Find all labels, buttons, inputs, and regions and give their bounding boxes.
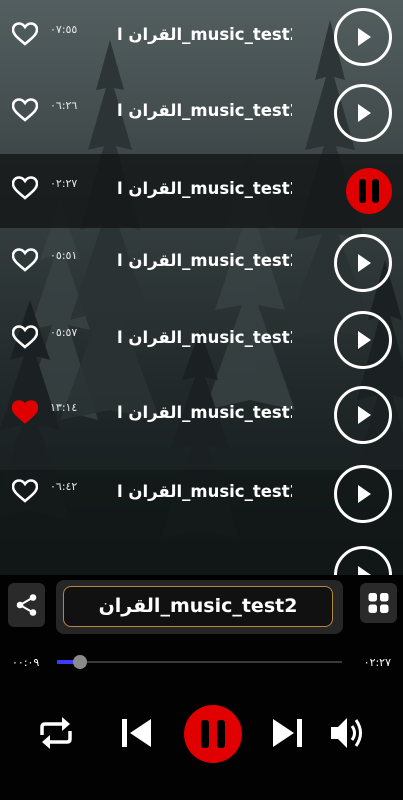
grid-icon — [368, 593, 389, 613]
play-icon — [358, 104, 371, 122]
pause-icon — [201, 720, 225, 748]
play-icon — [358, 254, 371, 272]
play-icon — [358, 406, 371, 424]
track-row[interactable]: ٠٢:٢٧ القران ا_music_test2 — [0, 154, 403, 228]
track-row[interactable]: ٠٥:٥٧ القران ا_music_test2 — [0, 303, 403, 377]
seek-bar-progress — [57, 660, 74, 664]
track-pause-button[interactable] — [346, 168, 392, 214]
now-playing-box: القران_music_test2 — [56, 580, 343, 634]
track-duration: ٠٥:٥٧ — [50, 326, 78, 339]
now-playing-title: القران_music_test2 — [98, 595, 298, 617]
play-icon — [358, 331, 371, 349]
track-row[interactable]: ٠٦:٤٢ القران ا_music_test2 — [0, 457, 403, 531]
track-play-button[interactable] — [334, 234, 392, 292]
track-duration: ٠٥:٥١ — [50, 249, 78, 262]
player-panel: القران_music_test2 ٠٠:٠٩ ٠٢:٢٧ — [0, 575, 403, 800]
track-row[interactable]: ٠٧:٥٥ القران ا_music_test2 — [0, 0, 403, 74]
track-title: القران ا_music_test2 — [117, 403, 292, 422]
skip-next-icon[interactable] — [271, 716, 304, 750]
now-playing-title-frame: القران_music_test2 — [63, 586, 333, 627]
track-duration: ٠٢:٢٧ — [50, 177, 78, 190]
heart-icon[interactable] — [12, 325, 38, 349]
track-play-button[interactable] — [334, 8, 392, 66]
time-total: ٠٢:٢٧ — [363, 656, 391, 669]
heart-icon[interactable] — [12, 176, 38, 200]
pause-button[interactable] — [184, 705, 242, 763]
volume-icon[interactable] — [328, 713, 366, 753]
track-play-button[interactable] — [334, 386, 392, 444]
share-icon — [16, 594, 37, 616]
repeat-icon[interactable] — [37, 713, 75, 753]
pause-icon — [359, 179, 379, 203]
play-icon — [358, 28, 371, 46]
heart-icon[interactable] — [12, 248, 38, 272]
track-duration: ١٣:١٤ — [50, 401, 78, 414]
heart-icon[interactable] — [12, 400, 38, 424]
track-title: القران ا_music_test2 — [117, 101, 292, 120]
track-row[interactable] — [0, 530, 403, 575]
track-title: القران ا_music_test2 — [117, 482, 292, 501]
track-title: القران ا_music_test2 — [117, 328, 292, 347]
play-icon — [358, 485, 371, 503]
track-title: القران ا_music_test2 — [117, 25, 292, 44]
track-play-button[interactable] — [334, 311, 392, 369]
share-button[interactable] — [8, 583, 45, 627]
track-play-button[interactable] — [334, 84, 392, 142]
grid-button[interactable] — [360, 583, 397, 623]
track-play-button[interactable] — [334, 546, 392, 575]
track-list[interactable]: ٠٧:٥٥ القران ا_music_test2 ٠٦:٢٦ القران ا_m… — [0, 0, 403, 575]
track-duration: ٠٧:٥٥ — [50, 23, 78, 36]
track-duration: ٠٦:٤٢ — [50, 480, 78, 493]
track-row[interactable]: ٠٥:٥١ القران ا_music_test2 — [0, 226, 403, 300]
heart-icon[interactable] — [12, 22, 38, 46]
seek-thumb[interactable] — [73, 655, 87, 669]
seek-bar[interactable] — [57, 661, 342, 663]
track-duration: ٠٦:٢٦ — [50, 99, 78, 112]
skip-previous-icon[interactable] — [120, 716, 153, 750]
heart-icon[interactable] — [12, 479, 38, 503]
track-row[interactable]: ٠٦:٢٦ القران ا_music_test2 — [0, 76, 403, 150]
track-row[interactable]: ١٣:١٤ القران ا_music_test2 — [0, 378, 403, 452]
play-icon — [358, 566, 371, 575]
track-title: القران ا_music_test2 — [117, 179, 292, 198]
time-elapsed: ٠٠:٠٩ — [12, 656, 40, 669]
track-play-button[interactable] — [334, 465, 392, 523]
heart-icon[interactable] — [12, 98, 38, 122]
track-title: القران ا_music_test2 — [117, 251, 292, 270]
